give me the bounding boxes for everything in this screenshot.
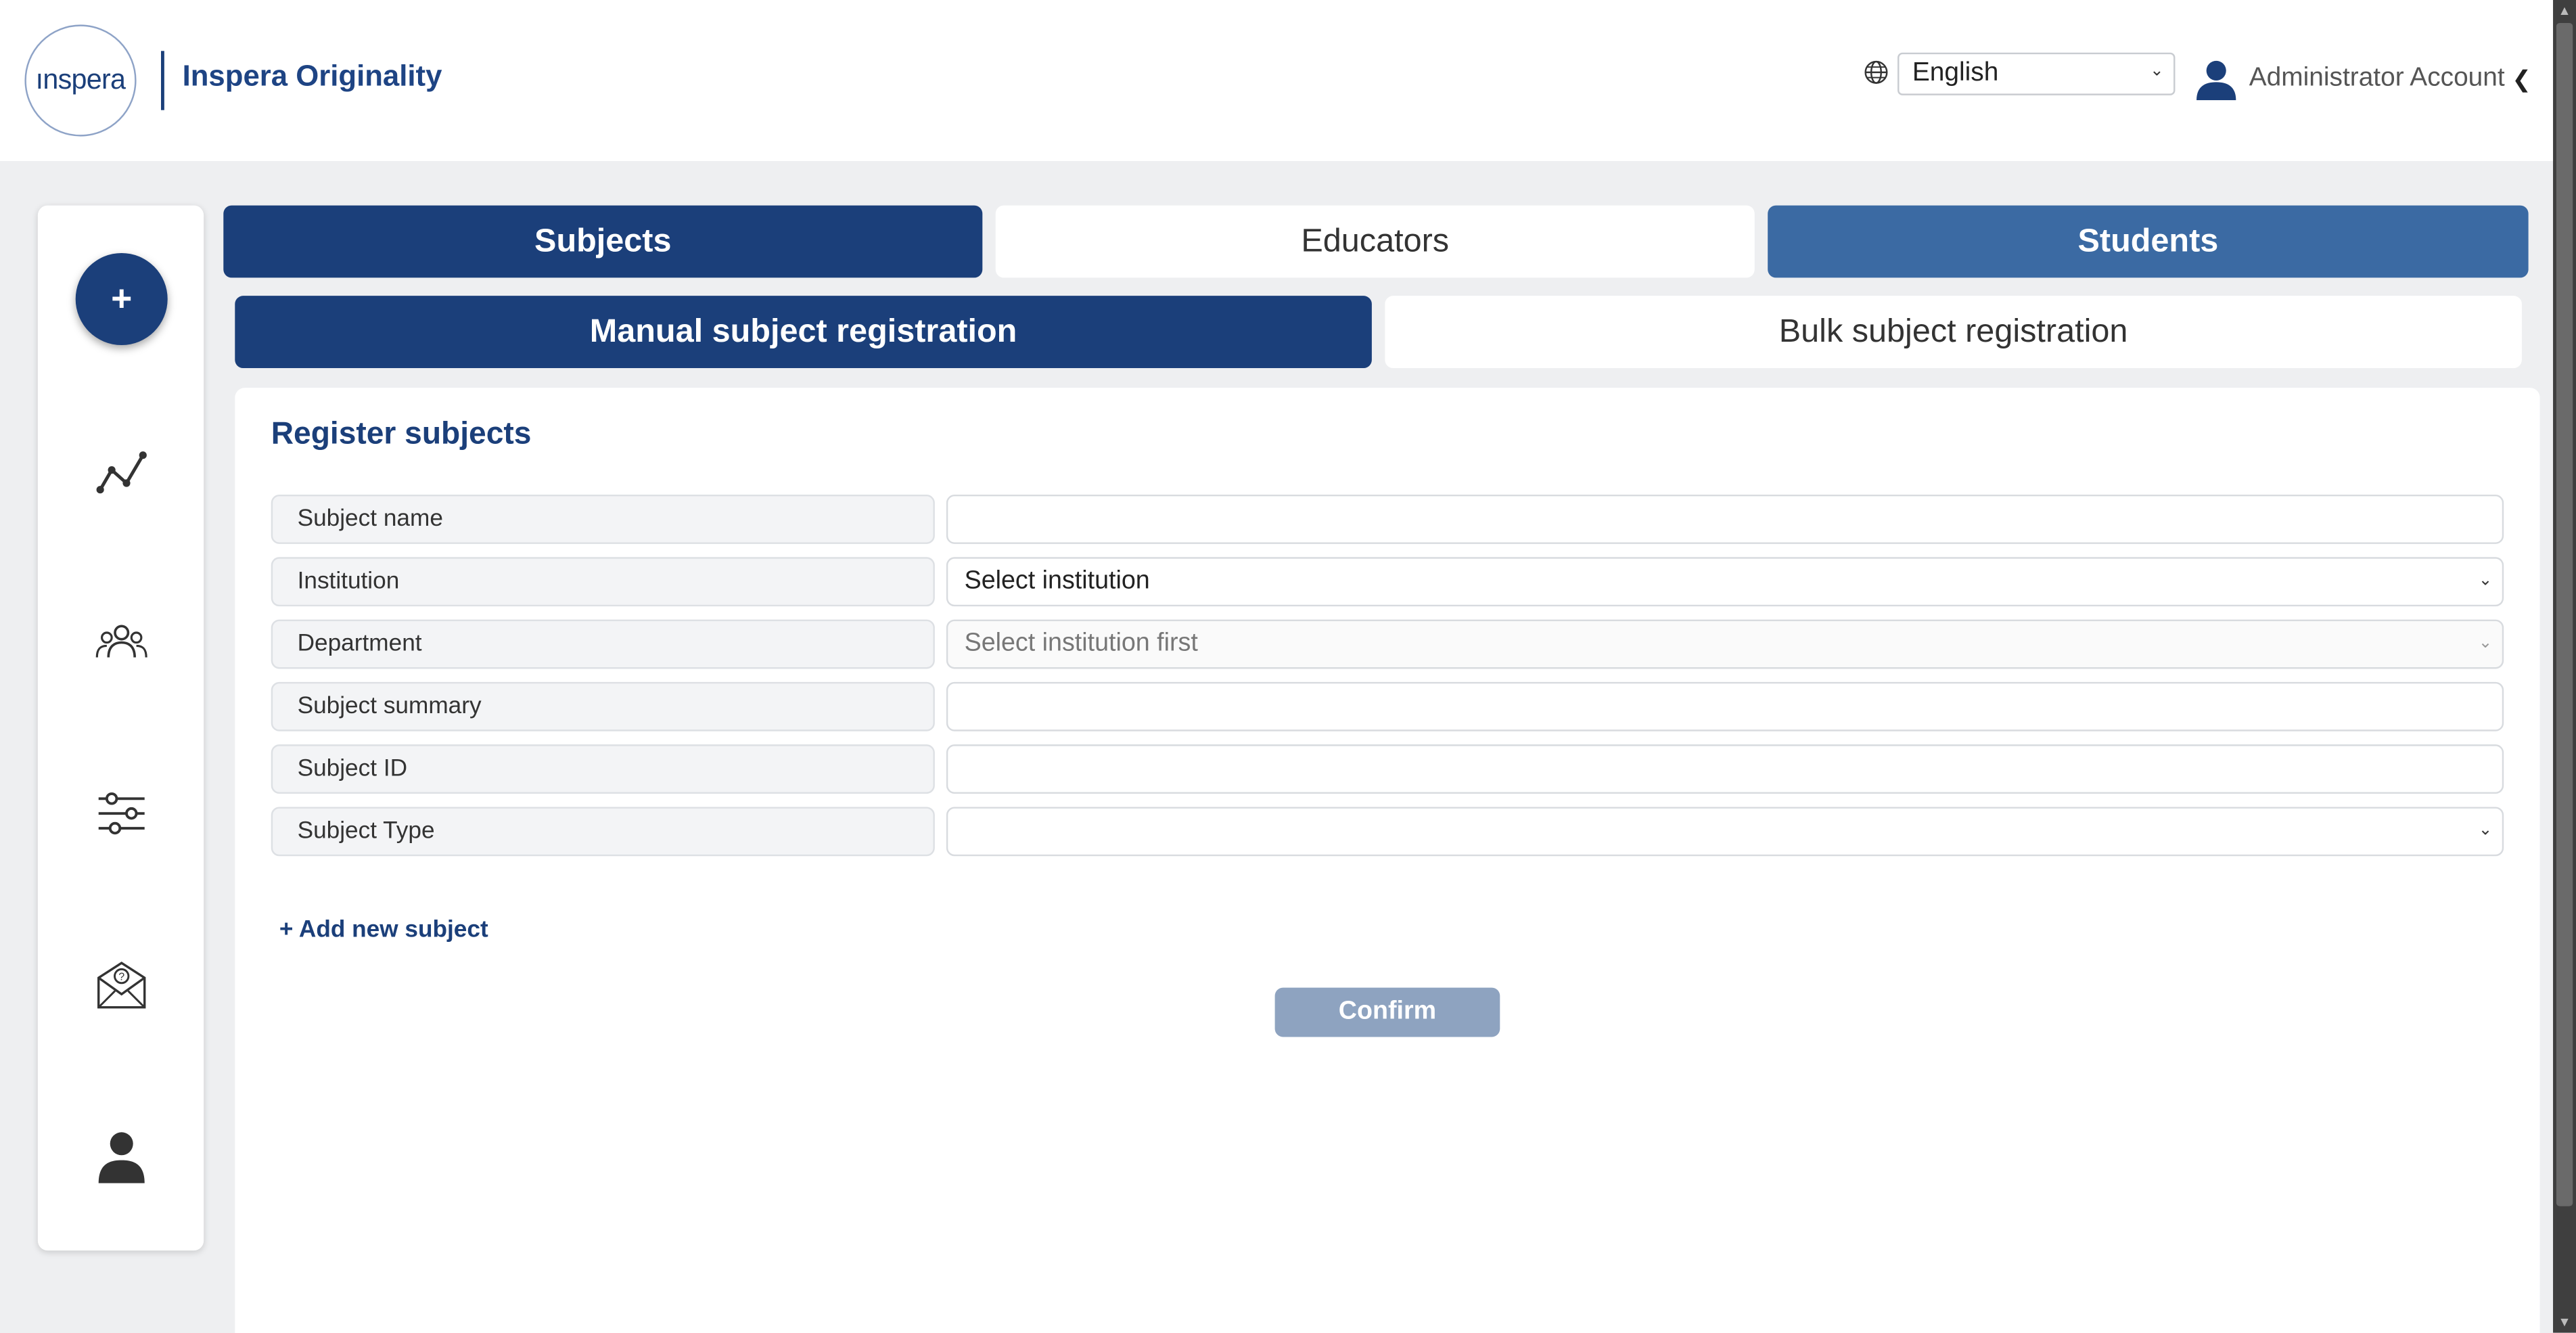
svg-text:?: ? <box>118 972 124 983</box>
subject-id-input[interactable] <box>946 744 2504 794</box>
subject-type-label: Subject Type <box>271 807 935 857</box>
institution-label: Institution <box>271 557 935 607</box>
department-select-value: Select institution first <box>964 629 1198 658</box>
tab-educators[interactable]: Educators <box>995 205 1755 278</box>
sidebar: + ? <box>37 205 204 1251</box>
add-new-subject-link[interactable]: + Add new subject <box>279 917 488 943</box>
tab-manual-subject-registration[interactable]: Manual subject registration <box>235 296 1372 369</box>
user-icon[interactable] <box>2195 58 2238 101</box>
chevron-left-icon[interactable]: ❮ <box>2512 66 2531 93</box>
tab-bulk-subject-registration[interactable]: Bulk subject registration <box>1385 296 2522 369</box>
scroll-up-icon[interactable]: ▲ <box>2558 3 2571 18</box>
logo-divider <box>161 51 164 110</box>
subject-type-select[interactable]: ⌄ <box>946 807 2504 857</box>
subject-name-input[interactable] <box>946 495 2504 544</box>
settings-sliders-icon[interactable] <box>93 786 150 842</box>
language-select[interactable]: English ⌄ <box>1898 52 2176 95</box>
subject-id-label: Subject ID <box>271 744 935 794</box>
scrollbar-thumb[interactable] <box>2556 23 2573 1206</box>
chevron-down-icon: ⌄ <box>2478 634 2493 653</box>
scroll-down-icon[interactable]: ▼ <box>2558 1315 2571 1330</box>
language-selected: English <box>1912 59 1999 87</box>
account-name[interactable]: Administrator Account <box>2249 64 2505 94</box>
chevron-down-icon: ⌄ <box>2150 62 2164 81</box>
panel-title: Register subjects <box>271 417 532 452</box>
register-subjects-panel: Register subjects Subject name Instituti… <box>235 388 2540 1333</box>
subject-name-label: Subject name <box>271 495 935 544</box>
chevron-down-icon: ⌄ <box>2478 821 2493 840</box>
tab-subjects[interactable]: Subjects <box>223 205 983 278</box>
logo-text: ınspera <box>35 64 126 95</box>
users-group-icon[interactable] <box>93 614 150 671</box>
institution-select[interactable]: Select institution ⌄ <box>946 557 2504 607</box>
tab-students[interactable]: Students <box>1768 205 2529 278</box>
institution-select-value: Select institution <box>964 566 1150 595</box>
top-header: ınspera Inspera Originality English ⌄ Ad… <box>0 0 2554 162</box>
globe-icon <box>1864 60 1888 84</box>
department-label: Department <box>271 619 935 669</box>
analytics-icon[interactable] <box>93 444 150 500</box>
brand-name: Inspera Originality <box>182 59 442 93</box>
page-scrollbar[interactable]: ▲ ▼ <box>2553 0 2576 1333</box>
confirm-button[interactable]: Confirm <box>1274 987 1500 1037</box>
profile-icon[interactable] <box>93 1127 150 1183</box>
subject-summary-input[interactable] <box>946 681 2504 731</box>
subject-summary-label: Subject summary <box>271 681 935 731</box>
add-button[interactable]: + <box>75 253 168 346</box>
inspera-logo[interactable]: ınspera <box>24 24 137 137</box>
help-mail-icon[interactable]: ? <box>93 956 150 1012</box>
chevron-down-icon: ⌄ <box>2478 572 2493 590</box>
department-select[interactable]: Select institution first ⌄ <box>946 619 2504 669</box>
